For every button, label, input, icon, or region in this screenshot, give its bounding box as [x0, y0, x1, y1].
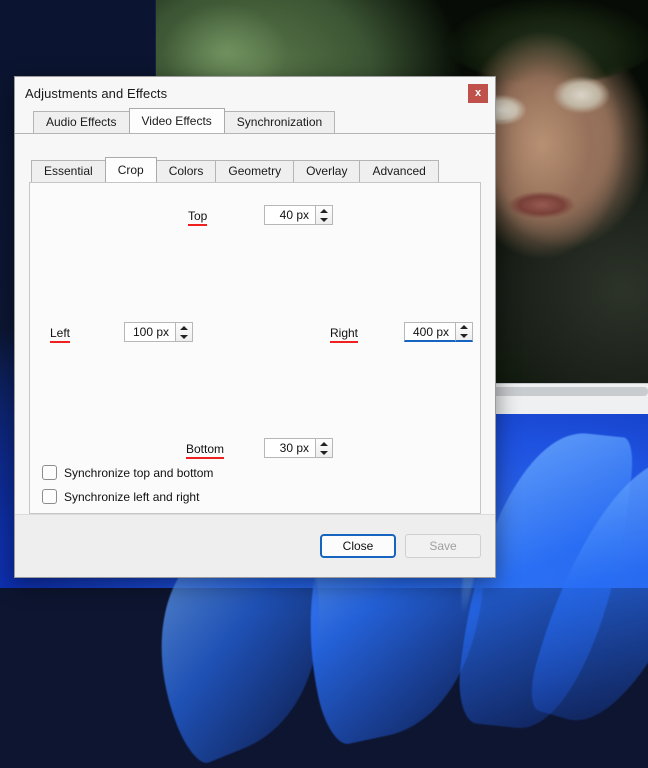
- crop-panel: Top Left Right: [29, 182, 481, 514]
- arrow-up-icon: [320, 441, 328, 446]
- arrow-up-icon: [320, 208, 328, 213]
- crop-left-stepper[interactable]: [176, 322, 193, 342]
- tab-audio-effects[interactable]: Audio Effects: [33, 111, 130, 133]
- sync-left-right-label: Synchronize left and right: [64, 489, 200, 504]
- crop-bottom-increment[interactable]: [316, 439, 332, 448]
- crop-left-label: Left: [50, 326, 71, 343]
- checkbox-box-icon[interactable]: [42, 465, 57, 480]
- inner-tab-bar[interactable]: Essential Crop Colors Geometry Overlay A…: [15, 134, 495, 182]
- crop-right-spinner[interactable]: [404, 322, 473, 342]
- tab-essential[interactable]: Essential: [31, 160, 106, 182]
- adjustments-and-effects-dialog[interactable]: Adjustments and Effects x Audio Effects …: [14, 76, 496, 578]
- crop-bottom-label: Bottom: [186, 442, 225, 459]
- arrow-down-icon: [320, 217, 328, 222]
- tab-synchronization[interactable]: Synchronization: [223, 111, 336, 133]
- sync-left-right-checkbox[interactable]: Synchronize left and right: [42, 489, 199, 504]
- arrow-up-icon: [180, 325, 188, 330]
- checkbox-box-icon[interactable]: [42, 489, 57, 504]
- tab-geometry[interactable]: Geometry: [215, 160, 295, 182]
- crop-left-spinner[interactable]: [124, 322, 193, 342]
- tab-overlay[interactable]: Overlay: [293, 160, 361, 182]
- arrow-down-icon: [460, 333, 468, 338]
- crop-top-spinner[interactable]: [264, 205, 333, 225]
- crop-top-label: Top: [188, 209, 208, 226]
- crop-top-input[interactable]: [264, 205, 316, 225]
- crop-right-input[interactable]: [404, 322, 456, 342]
- crop-bottom-input[interactable]: [264, 438, 316, 458]
- tab-video-effects[interactable]: Video Effects: [128, 108, 225, 133]
- tab-crop[interactable]: Crop: [104, 157, 157, 182]
- crop-left-decrement[interactable]: [176, 332, 192, 341]
- dialog-footer: Close Save: [15, 514, 495, 577]
- arrow-down-icon: [180, 334, 188, 339]
- crop-left-increment[interactable]: [176, 323, 192, 332]
- crop-top-decrement[interactable]: [316, 215, 332, 224]
- sync-top-bottom-label: Synchronize top and bottom: [64, 465, 214, 480]
- close-button[interactable]: Close: [320, 534, 396, 558]
- close-x-icon[interactable]: x: [468, 84, 488, 103]
- arrow-down-icon: [320, 450, 328, 455]
- dialog-title: Adjustments and Effects: [25, 85, 168, 101]
- crop-top-increment[interactable]: [316, 206, 332, 215]
- crop-top-stepper[interactable]: [316, 205, 333, 225]
- crop-bottom-decrement[interactable]: [316, 448, 332, 457]
- save-button: Save: [405, 534, 481, 558]
- crop-right-increment[interactable]: [456, 323, 472, 332]
- video-effects-panel: Essential Crop Colors Geometry Overlay A…: [15, 133, 495, 577]
- dialog-titlebar[interactable]: Adjustments and Effects x: [15, 77, 495, 109]
- crop-right-decrement[interactable]: [456, 332, 472, 341]
- arrow-up-icon: [460, 325, 468, 330]
- sync-top-bottom-checkbox[interactable]: Synchronize top and bottom: [42, 465, 213, 480]
- crop-right-label: Right: [330, 326, 359, 343]
- tab-advanced[interactable]: Advanced: [359, 160, 439, 182]
- crop-bottom-spinner[interactable]: [264, 438, 333, 458]
- tab-colors[interactable]: Colors: [155, 160, 217, 182]
- outer-tab-bar[interactable]: Audio Effects Video Effects Synchronizat…: [15, 108, 495, 133]
- crop-left-input[interactable]: [124, 322, 176, 342]
- crop-right-stepper[interactable]: [456, 322, 473, 342]
- crop-bottom-stepper[interactable]: [316, 438, 333, 458]
